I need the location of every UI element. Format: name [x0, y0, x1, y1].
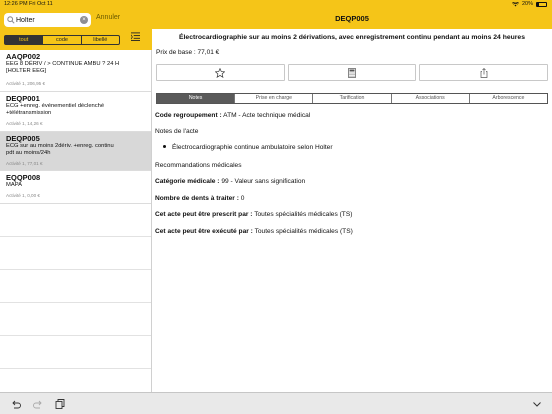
- status-bar: 12:26 PM Fri Oct 11 20%: [0, 0, 552, 9]
- empty-row: [0, 237, 151, 270]
- list-item[interactable]: DEQP001 ECG +enreg. événementiel déclenc…: [0, 92, 151, 132]
- result-desc: ECG sur au moins 2dériv. +enreg. continu: [6, 143, 114, 149]
- wifi-icon: [511, 2, 519, 7]
- detail-header-title: DEQP005: [152, 9, 552, 29]
- result-desc: MAPA: [6, 182, 22, 188]
- note-bullet-text: Électrocardiographie continue ambulatoir…: [172, 144, 333, 151]
- favorite-button[interactable]: [156, 64, 285, 81]
- dents-value: 0: [240, 195, 245, 202]
- result-code: DEQP005: [6, 134, 40, 143]
- tab-notes[interactable]: Notes: [157, 94, 236, 103]
- categorie-label: Catégorie médicale :: [155, 178, 220, 185]
- list-item[interactable]: EQQP008 MAPA Activité 1, 0,00 €: [0, 171, 151, 204]
- empty-row: [0, 336, 151, 369]
- share-icon: [480, 67, 488, 78]
- execute-row: Cet acte peut être exécuté par : Toutes …: [155, 227, 545, 236]
- status-time: 12:26 PM: [4, 1, 28, 7]
- result-meta: Activité 1, 206,95 €: [6, 81, 46, 86]
- note-bullet-item: Électrocardiographie continue ambulatoir…: [163, 144, 333, 151]
- tab-associations[interactable]: Associations: [392, 94, 470, 103]
- recommandations-heading: Recommandations médicales: [155, 162, 242, 169]
- share-button[interactable]: [419, 64, 549, 81]
- filter-code[interactable]: code: [43, 36, 82, 44]
- search-field[interactable]: ×: [4, 13, 91, 27]
- chevron-down-icon[interactable]: [532, 399, 542, 409]
- tab-arborescence[interactable]: Arborescence: [470, 94, 547, 103]
- base-price: Prix de base : 77,01 €: [156, 49, 220, 56]
- battery-icon: [536, 2, 547, 7]
- status-date: Fri Oct 11: [29, 1, 53, 7]
- calculator-button[interactable]: [287, 64, 417, 81]
- calculator-icon: [348, 67, 356, 78]
- results-list: AAQP002 EEG 8 DÉRIV / > CONTINUE AMBU ? …: [0, 50, 152, 392]
- action-bar: [156, 64, 549, 81]
- execute-value: Toutes spécialités médicales (TS): [254, 228, 353, 235]
- result-code: DEQP001: [6, 94, 40, 103]
- regroupement-value: ATM - Acte technique médical: [223, 112, 311, 119]
- detail-pane: Électrocardiographie sur au moins 2 déri…: [152, 29, 552, 392]
- filter-tout[interactable]: tout: [5, 36, 44, 44]
- result-meta: Activité 1, 0,00 €: [6, 193, 40, 198]
- dents-row: Nombre de dents à traiter : 0: [155, 194, 545, 203]
- empty-row: [0, 303, 151, 336]
- tab-prise-en-charge[interactable]: Prise en charge: [235, 94, 314, 103]
- dents-label: Nombre de dents à traiter :: [155, 195, 239, 202]
- prescrit-row: Cet acte peut être prescrit par : Toutes…: [155, 210, 545, 219]
- tab-tarification[interactable]: Tarification: [313, 94, 392, 103]
- prescrit-value: Toutes spécialités médicales (TS): [254, 211, 353, 218]
- redo-icon[interactable]: [33, 399, 43, 409]
- regroupement-label: Code regroupement :: [155, 112, 222, 119]
- filter-libelle[interactable]: libellé: [82, 36, 119, 44]
- bullet-dot: [163, 145, 166, 148]
- undo-icon[interactable]: [11, 399, 21, 409]
- empty-row: [0, 270, 151, 303]
- search-header: × Annuler tout code libellé: [0, 9, 152, 50]
- categorie-value: 99 - Valeur sans signification: [221, 178, 306, 185]
- search-input[interactable]: [16, 13, 78, 27]
- regroupement-row: Code regroupement : ATM - Acte technique…: [155, 111, 545, 120]
- filter-segmented-control: tout code libellé: [4, 35, 120, 45]
- clear-icon[interactable]: ×: [80, 16, 88, 24]
- list-order-icon[interactable]: [131, 32, 140, 41]
- result-desc: [HOLTER EEG]: [6, 68, 47, 75]
- battery-percent: 20%: [521, 1, 533, 7]
- search-icon: [7, 16, 15, 24]
- star-icon: [215, 67, 226, 78]
- result-code: EQQP008: [6, 173, 41, 182]
- list-item[interactable]: AAQP002 EEG 8 DÉRIV / > CONTINUE AMBU ? …: [0, 50, 151, 92]
- prescrit-label: Cet acte peut être prescrit par :: [155, 211, 253, 218]
- empty-row: [0, 204, 151, 237]
- bottom-toolbar: [0, 392, 552, 414]
- result-desc: pdt au moins/24h: [6, 150, 51, 157]
- cancel-button[interactable]: Annuler: [96, 14, 120, 21]
- result-desc: ECG +enreg. événementiel déclenché: [6, 103, 105, 109]
- detail-title: Électrocardiographie sur au moins 2 déri…: [179, 34, 525, 41]
- result-meta: Activité 1, 77,01 €: [6, 161, 43, 166]
- list-item[interactable]: DEQP005 ECG sur au moins 2dériv. +enreg.…: [0, 132, 151, 171]
- categorie-row: Catégorie médicale : 99 - Valeur sans si…: [155, 177, 545, 186]
- execute-label: Cet acte peut être exécuté par :: [155, 228, 253, 235]
- clipboard-icon[interactable]: [55, 399, 65, 409]
- detail-tabs: Notes Prise en charge Tarification Assoc…: [156, 93, 548, 104]
- result-code: AAQP002: [6, 52, 41, 61]
- result-meta: Activité 1, 14,26 €: [6, 121, 43, 126]
- result-desc: EEG 8 DÉRIV / > CONTINUE AMBU ? 24 H: [6, 61, 120, 67]
- result-desc: +télétransmission: [6, 110, 52, 117]
- notes-heading: Notes de l'acte: [155, 128, 199, 135]
